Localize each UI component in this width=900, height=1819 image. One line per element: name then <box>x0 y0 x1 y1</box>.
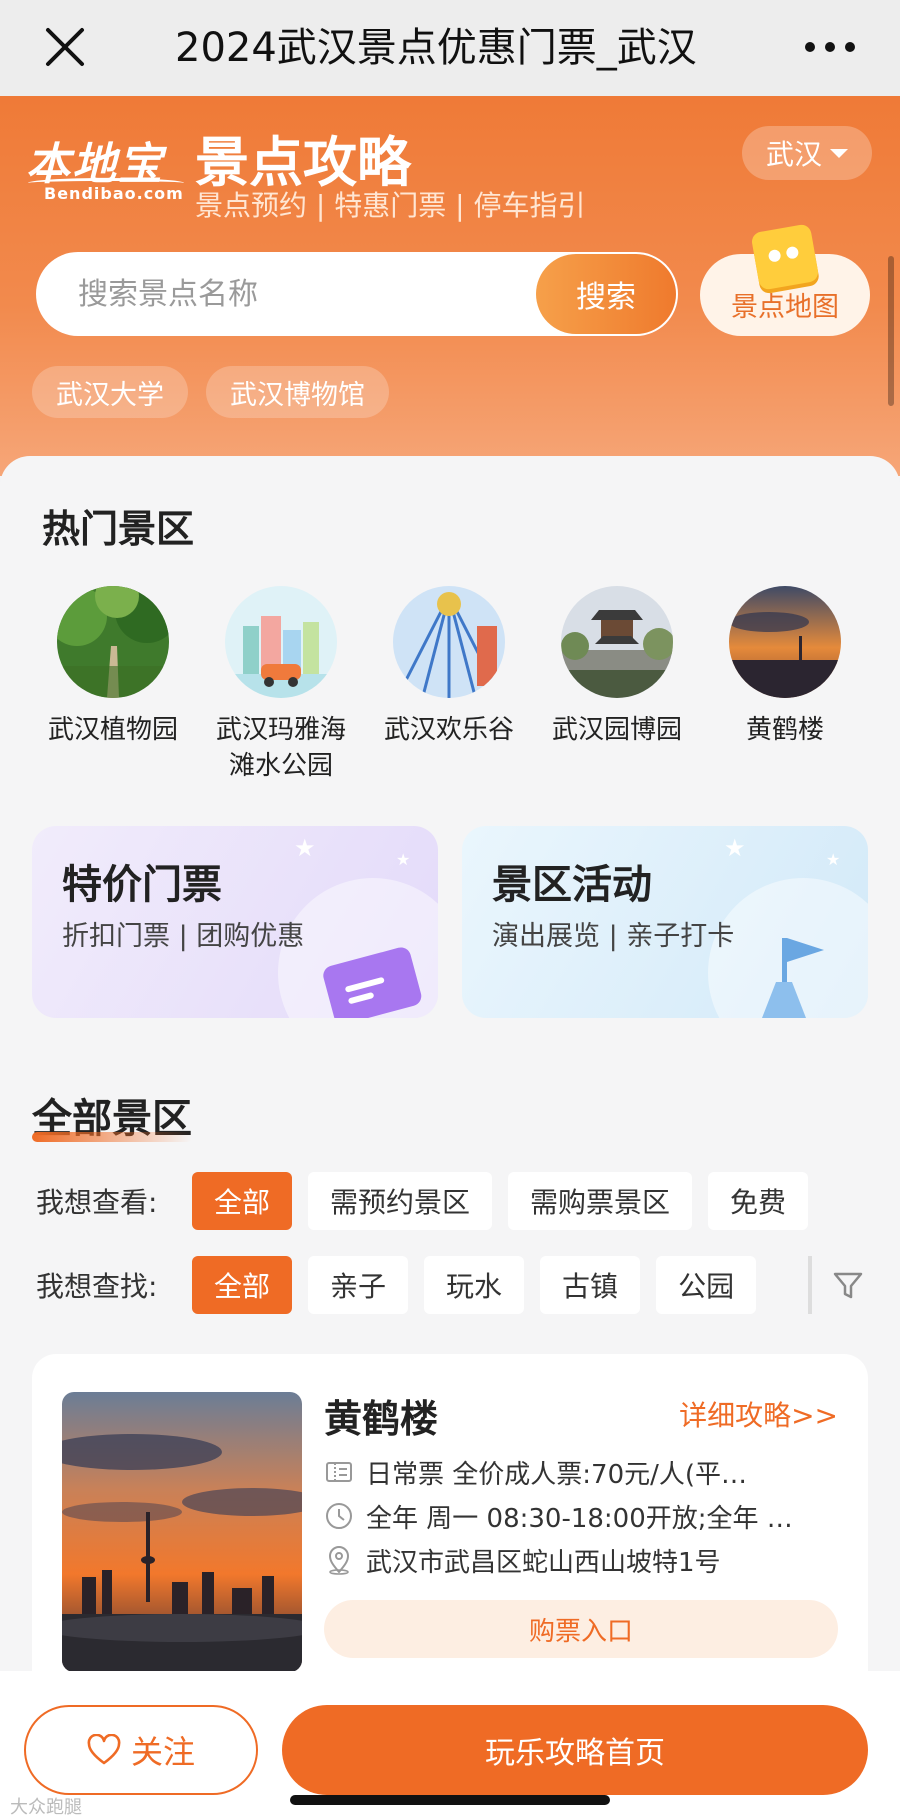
hot-spot-label-line: 武汉玛雅海 <box>215 715 346 745</box>
hot-spot-label: 武汉欢乐谷 <box>383 715 514 745</box>
hot-spot-item[interactable]: 武汉园博园 <box>533 586 701 748</box>
hot-spot-label: 武汉植物园 <box>47 715 178 745</box>
follow-label: 关注 <box>130 1733 195 1771</box>
discount-tickets-card[interactable]: ★ ★ 特价门票 折扣门票 | 团购优惠 <box>32 826 438 1018</box>
quick-search-chips: 武汉大学 武汉博物馆 <box>32 366 389 418</box>
buy-ticket-button[interactable]: 购票入口 <box>324 1600 838 1658</box>
filter-option-ancient-town[interactable]: 古镇 <box>540 1256 641 1314</box>
address-text: 武汉市武昌区蛇山西山坡特1号 <box>366 1547 721 1578</box>
map-icon <box>750 223 820 291</box>
bendibao-logo: 本地宝 Bendibao.com <box>26 128 186 208</box>
find-filter-options: 全部 亲子 玩水 古镇 公园 <box>192 1256 808 1314</box>
top-nav-bar: 2024武汉景点优惠门票_武汉 <box>0 0 900 96</box>
filter-option-family[interactable]: 亲子 <box>308 1256 409 1314</box>
page-title: 2024武汉景点优惠门票_武汉 <box>175 25 697 71</box>
hot-spot-item[interactable]: 武汉欢乐谷 <box>365 586 533 748</box>
scenic-events-card[interactable]: ★ ★ 景区活动 演出展览 | 亲子打卡 <box>462 826 868 1018</box>
bottom-action-bar: 关注 玩乐攻略首页 大众跑腿 <box>0 1671 900 1819</box>
home-indicator <box>290 1795 610 1805</box>
hot-spot-label-line: 滩水公园 <box>228 751 333 781</box>
filter-icon[interactable] <box>808 1256 864 1314</box>
city-label: 武汉 <box>765 138 822 171</box>
promo-title: 景区活动 <box>492 862 652 908</box>
filter-option-water[interactable]: 玩水 <box>424 1256 525 1314</box>
star-icon: ★ <box>396 850 411 869</box>
search-bar: 搜索 <box>36 252 678 336</box>
spot-ticket-info: 日常票 全价成人票:70元/人(平… <box>324 1452 838 1492</box>
filter-option-ticketed[interactable]: 需购票景区 <box>508 1172 693 1230</box>
ticket-icon <box>326 1462 352 1482</box>
main-content: 热门景区 武汉植物园 武汉玛雅海 滩水公园 武汉欢乐谷 武汉园博园 黄鹤楼 ★ … <box>0 456 900 1671</box>
more-icon[interactable] <box>800 22 860 72</box>
spot-name: 黄鹤楼 <box>324 1397 439 1441</box>
filter-option-all[interactable]: 全部 <box>192 1172 293 1230</box>
hot-spot-label: 武汉玛雅海 滩水公园 <box>197 712 365 784</box>
star-icon: ★ <box>724 834 746 862</box>
hot-spot-label: 黄鹤楼 <box>745 715 824 745</box>
hot-spot-item[interactable]: 黄鹤楼 <box>701 586 869 748</box>
guide-home-button[interactable]: 玩乐攻略首页 <box>282 1705 868 1795</box>
find-filter-label: 我想查找: <box>36 1270 158 1303</box>
hot-spots-list: 武汉植物园 武汉玛雅海 滩水公园 武汉欢乐谷 武汉园博园 黄鹤楼 <box>0 586 900 786</box>
ticket-text: 日常票 全价成人票:70元/人(平… <box>366 1459 748 1490</box>
promo-subtitle: 演出展览 | 亲子打卡 <box>492 921 735 952</box>
botanical-garden-image <box>57 586 169 698</box>
filter-option-free[interactable]: 免费 <box>708 1172 808 1230</box>
spot-map-label: 景点地图 <box>731 292 839 323</box>
follow-button[interactable]: 关注 <box>24 1705 258 1795</box>
filter-option-all[interactable]: 全部 <box>192 1256 293 1314</box>
heart-icon <box>87 1734 121 1765</box>
find-filter-row: 我想查找: 全部 亲子 玩水 古镇 公园 <box>36 1256 900 1314</box>
clock-icon <box>326 1503 352 1529</box>
scrollbar[interactable] <box>888 256 894 406</box>
search-button[interactable]: 搜索 <box>536 254 676 334</box>
view-filter-options: 全部 需预约景区 需购票景区 免费 <box>192 1172 808 1230</box>
hot-spot-label: 武汉园博园 <box>551 715 682 745</box>
spot-address-info: 武汉市武昌区蛇山西山坡特1号 <box>324 1540 838 1580</box>
title-underline <box>32 1132 192 1142</box>
chip-wuhan-museum[interactable]: 武汉博物馆 <box>206 366 389 418</box>
yellow-crane-tower-image <box>729 586 841 698</box>
city-selector[interactable]: 武汉 <box>742 126 872 180</box>
garden-expo-image <box>561 586 673 698</box>
watermark: 大众跑腿 <box>10 1797 82 1818</box>
hours-text: 全年 周一 08:30-18:00开放;全年 … <box>366 1503 793 1534</box>
hot-section-title: 热门景区 <box>42 507 195 551</box>
view-filter-label: 我想查看: <box>36 1186 158 1219</box>
ticket-icon <box>323 947 422 1018</box>
chevron-down-icon <box>830 148 848 158</box>
star-icon: ★ <box>294 834 316 862</box>
yellow-crane-tower-photo <box>62 1392 302 1671</box>
chip-whu[interactable]: 武汉大学 <box>32 366 188 418</box>
spot-hours-info: 全年 周一 08:30-18:00开放;全年 … <box>324 1496 838 1536</box>
flag-icon <box>762 938 824 1018</box>
header-subtitle: 景点预约 | 特惠门票 | 停车指引 <box>195 189 586 222</box>
logo-domain: Bendibao.com <box>44 184 184 203</box>
happy-valley-image <box>393 586 505 698</box>
star-icon: ★ <box>826 850 841 869</box>
filter-option-reservation[interactable]: 需预约景区 <box>308 1172 493 1230</box>
promo-subtitle: 折扣门票 | 团购优惠 <box>62 921 305 952</box>
promo-title: 特价门票 <box>62 862 222 908</box>
maya-beach-image <box>225 586 337 698</box>
view-filter-row: 我想查看: 全部 需预约景区 需购票景区 免费 <box>36 1172 900 1230</box>
close-icon[interactable] <box>40 22 90 72</box>
header-banner: 本地宝 Bendibao.com 景点攻略 景点预约 | 特惠门票 | 停车指引… <box>0 96 900 476</box>
location-icon <box>328 1546 350 1575</box>
filter-option-park[interactable]: 公园 <box>656 1256 757 1314</box>
detail-guide-link[interactable]: 详细攻略>> <box>679 1394 838 1434</box>
hot-spot-item[interactable]: 武汉植物园 <box>29 586 197 748</box>
spot-card[interactable]: 黄鹤楼 详细攻略>> 日常票 全价成人票:70元/人(平… 全年 周一 08:3… <box>32 1354 868 1671</box>
hot-spot-item[interactable]: 武汉玛雅海 滩水公园 <box>197 586 365 784</box>
search-input[interactable] <box>78 252 458 336</box>
